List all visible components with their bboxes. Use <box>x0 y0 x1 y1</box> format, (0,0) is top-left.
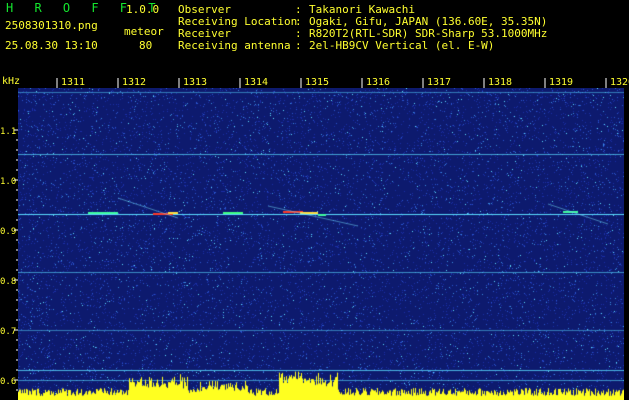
info-value: 2el-HB9CV Vertical (el. E-W) <box>309 39 495 52</box>
app-version: 1.0.0 <box>126 3 160 16</box>
time-tick-label: 1320 <box>610 77 629 88</box>
time-tick-label: 1311 <box>61 77 85 88</box>
meteor-label: meteor <box>124 25 164 38</box>
info-header: H R O F F T 1.0.0 2508301310.png meteor … <box>0 0 629 74</box>
file-name: 2508301310.png <box>5 19 98 32</box>
time-tick-label: 1316 <box>366 77 390 88</box>
freq-tick-label: 0.7 <box>0 327 16 337</box>
time-tick-label: 1312 <box>122 77 146 88</box>
spectrogram <box>18 88 624 400</box>
freq-tick-label: 0.9 <box>0 227 16 237</box>
freq-tick-label: 1.0 <box>0 177 16 187</box>
frequency-axis: 1.1 1.0 0.9 0.8 0.7 0.6 <box>0 74 18 400</box>
time-tick-label: 1317 <box>427 77 451 88</box>
spectrogram-canvas <box>18 88 624 400</box>
time-tick-label: 1315 <box>305 77 329 88</box>
time-tick-label: 1319 <box>549 77 573 88</box>
freq-tick-label: 0.6 <box>0 377 16 387</box>
time-tick-label: 1314 <box>244 77 268 88</box>
antenna-row: Receiving antenna: 2el-HB9CV Vertical (e… <box>178 39 495 52</box>
freq-tick-label: 0.8 <box>0 277 16 287</box>
time-tick-label: 1313 <box>183 77 207 88</box>
time-axis: kHz 1311 1312 1313 1314 1315 1316 1317 1318 1319 1… <box>0 74 629 88</box>
timestamp: 25.08.30 13:10 <box>5 39 98 52</box>
info-key: Receiving antenna <box>178 39 291 52</box>
time-tick-label: 1318 <box>488 77 512 88</box>
freq-tick-label: 1.1 <box>0 127 16 137</box>
meteor-count: 80 <box>139 39 153 52</box>
